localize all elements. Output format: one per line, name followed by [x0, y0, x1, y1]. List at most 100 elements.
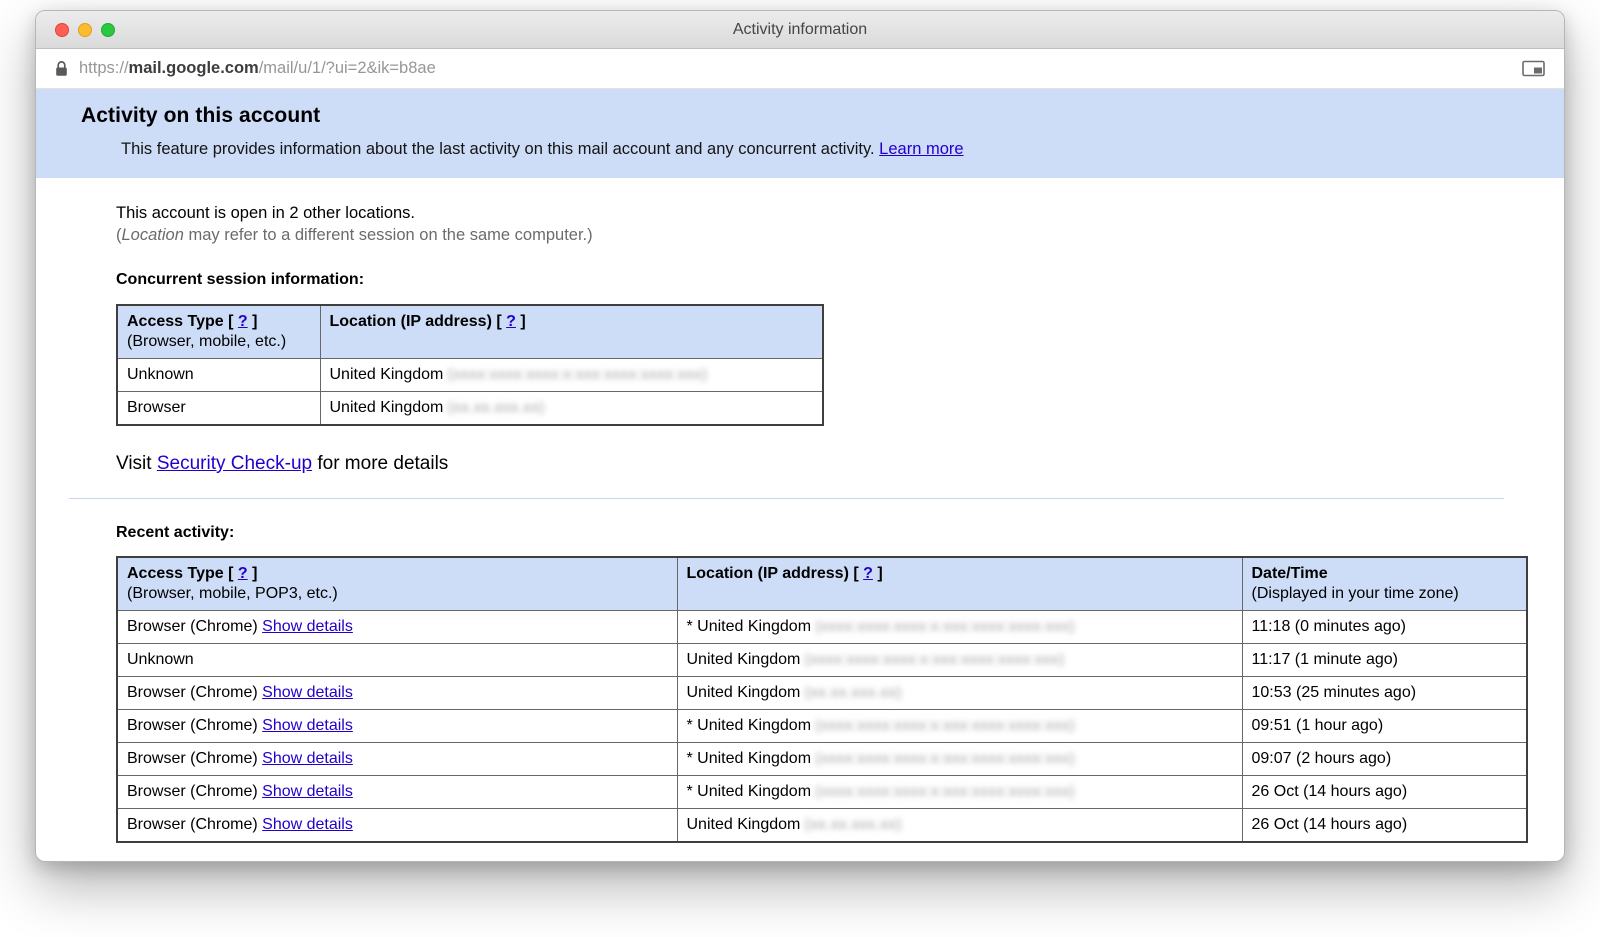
address-bar[interactable]: https://mail.google.com/mail/u/1/?ui=2&i… — [36, 49, 1564, 89]
location-cell: * United Kingdom (xxxx:xxxx:xxxx:x:xxx:x… — [677, 611, 1242, 644]
location-cell: United Kingdom (xx.xx.xxx.xx) — [320, 392, 823, 426]
learn-more-link[interactable]: Learn more — [879, 140, 963, 158]
access-type-bracket: ] — [248, 313, 258, 330]
location-bracket: ] — [873, 565, 883, 582]
access-type-subtext: (Browser, mobile, POP3, etc.) — [127, 585, 668, 603]
table-row: Unknown United Kingdom (xxxx:xxxx:xxxx:x… — [117, 359, 823, 392]
location-country: * United Kingdom — [687, 783, 812, 800]
access-type-help-link[interactable]: ? — [238, 565, 248, 582]
banner-description: This feature provides information about … — [121, 140, 1544, 159]
location-country: * United Kingdom — [687, 717, 812, 734]
location-country: * United Kingdom — [687, 618, 812, 635]
concurrent-sessions-heading: Concurrent session information: — [116, 271, 1564, 289]
recent-location-header: Location (IP address) [ ? ] — [677, 557, 1242, 611]
security-checkup-line: Visit Security Check-up for more details — [116, 453, 1564, 475]
location-cell: * United Kingdom (xxxx:xxxx:xxxx:x:xxx:x… — [677, 710, 1242, 743]
recent-activity-heading: Recent activity: — [116, 524, 1564, 542]
close-window-button[interactable] — [55, 23, 69, 37]
datetime-subtext: (Displayed in your time zone) — [1252, 585, 1518, 603]
datetime-cell: 09:51 (1 hour ago) — [1242, 710, 1527, 743]
access-type-help-link[interactable]: ? — [238, 313, 248, 330]
url-text: https://mail.google.com/mail/u/1/?ui=2&i… — [79, 59, 436, 78]
page-banner: Activity on this account This feature pr… — [36, 89, 1564, 178]
location-header-line: Location (IP address) [ ? ] — [330, 313, 814, 331]
ip-address-redacted: (xxxx:xxxx:xxxx:x:xxx:xxxx:xxxx:xxx) — [815, 618, 1075, 635]
banner-description-text: This feature provides information about … — [121, 140, 875, 158]
location-cell: United Kingdom (xxxx:xxxx:xxxx:x:xxx:xxx… — [320, 359, 823, 392]
access-type-cell: Browser (Chrome) Show details — [117, 710, 677, 743]
ip-address-redacted: (xxxx:xxxx:xxxx:x:xxx:xxxx:xxxx:xxx) — [448, 366, 708, 383]
minimize-window-button[interactable] — [78, 23, 92, 37]
location-bracket: ] — [516, 313, 526, 330]
page-title: Activity on this account — [81, 104, 1544, 128]
location-country: * United Kingdom — [687, 750, 812, 767]
show-details-link[interactable]: Show details — [262, 783, 353, 800]
page-content: This account is open in 2 other location… — [36, 202, 1564, 843]
open-locations-text: This account is open in 2 other location… — [116, 202, 1564, 224]
access-type-bracket: ] — [248, 565, 258, 582]
recent-header-row: Access Type [ ? ] (Browser, mobile, POP3… — [117, 557, 1527, 611]
account-open-summary: This account is open in 2 other location… — [116, 202, 1564, 246]
access-type-text: Browser (Chrome) — [127, 717, 258, 734]
location-country: United Kingdom — [687, 684, 801, 701]
table-row: Unknown United Kingdom (xxxx:xxxx:xxxx:x… — [117, 644, 1527, 677]
show-details-link[interactable]: Show details — [262, 618, 353, 635]
location-header-line: Location (IP address) [ ? ] — [687, 565, 1233, 583]
show-details-link[interactable]: Show details — [262, 750, 353, 767]
ip-address-redacted: (xxxx:xxxx:xxxx:x:xxx:xxxx:xxxx:xxx) — [805, 651, 1065, 668]
location-definition-note: (Location may refer to a different sessi… — [116, 224, 1564, 246]
traffic-lights — [36, 23, 115, 37]
show-details-link[interactable]: Show details — [262, 816, 353, 833]
location-cell: United Kingdom (xx.xx.xxx.xx) — [677, 809, 1242, 843]
access-type-text: Browser (Chrome) — [127, 750, 258, 767]
location-cell: * United Kingdom (xxxx:xxxx:xxxx:x:xxx:x… — [677, 776, 1242, 809]
window-title: Activity information — [36, 21, 1564, 39]
note-rest: may refer to a different session on the … — [184, 226, 593, 244]
table-row: Browser United Kingdom (xx.xx.xxx.xx) — [117, 392, 823, 426]
access-type-text: Browser (Chrome) — [127, 684, 258, 701]
table-row: Browser (Chrome) Show details United Kin… — [117, 809, 1527, 843]
access-type-label: Access Type [ — [127, 313, 238, 330]
security-checkup-link[interactable]: Security Check-up — [157, 453, 312, 474]
location-help-link[interactable]: ? — [506, 313, 516, 330]
zoom-window-button[interactable] — [101, 23, 115, 37]
access-type-text: Browser (Chrome) — [127, 816, 258, 833]
location-label: Location (IP address) [ — [687, 565, 864, 582]
access-type-header-line: Access Type [ ? ] — [127, 565, 668, 583]
access-type-cell: Browser — [117, 392, 320, 426]
concurrent-location-header: Location (IP address) [ ? ] — [320, 305, 823, 359]
picture-in-picture-icon[interactable] — [1522, 60, 1545, 77]
ip-address-redacted: (xx.xx.xxx.xx) — [805, 684, 902, 701]
access-type-text: Browser (Chrome) — [127, 618, 258, 635]
location-cell: * United Kingdom (xxxx:xxxx:xxxx:x:xxx:x… — [677, 743, 1242, 776]
table-row: Browser (Chrome) Show details United Kin… — [117, 677, 1527, 710]
table-row: Browser (Chrome) Show details * United K… — [117, 743, 1527, 776]
ip-address-redacted: (xx.xx.xxx.xx) — [805, 816, 902, 833]
show-details-link[interactable]: Show details — [262, 717, 353, 734]
access-type-cell: Browser (Chrome) Show details — [117, 743, 677, 776]
window-titlebar: Activity information — [36, 11, 1564, 49]
ip-address-redacted: (xxxx:xxxx:xxxx:x:xxx:xxxx:xxxx:xxx) — [815, 783, 1075, 800]
access-type-cell: Browser (Chrome) Show details — [117, 677, 677, 710]
datetime-cell: 26 Oct (14 hours ago) — [1242, 809, 1527, 843]
url-domain: mail.google.com — [129, 59, 259, 77]
location-help-link[interactable]: ? — [863, 565, 873, 582]
url-scheme: https:// — [79, 59, 129, 77]
location-country: United Kingdom — [687, 816, 801, 833]
access-type-text: Browser (Chrome) — [127, 783, 258, 800]
security-line-post: for more details — [312, 453, 448, 474]
datetime-header-line: Date/Time — [1252, 565, 1518, 583]
datetime-cell: 26 Oct (14 hours ago) — [1242, 776, 1527, 809]
table-row: Browser (Chrome) Show details * United K… — [117, 710, 1527, 743]
ip-address-redacted: (xx.xx.xxx.xx) — [448, 399, 545, 416]
location-country: United Kingdom — [330, 399, 444, 416]
section-divider — [69, 498, 1504, 499]
datetime-cell: 09:07 (2 hours ago) — [1242, 743, 1527, 776]
access-type-cell: Unknown — [117, 359, 320, 392]
access-type-cell: Browser (Chrome) Show details — [117, 611, 677, 644]
show-details-link[interactable]: Show details — [262, 684, 353, 701]
datetime-cell: 11:17 (1 minute ago) — [1242, 644, 1527, 677]
location-country: United Kingdom — [687, 651, 801, 668]
recent-datetime-header: Date/Time (Displayed in your time zone) — [1242, 557, 1527, 611]
access-type-subtext: (Browser, mobile, etc.) — [127, 333, 311, 351]
